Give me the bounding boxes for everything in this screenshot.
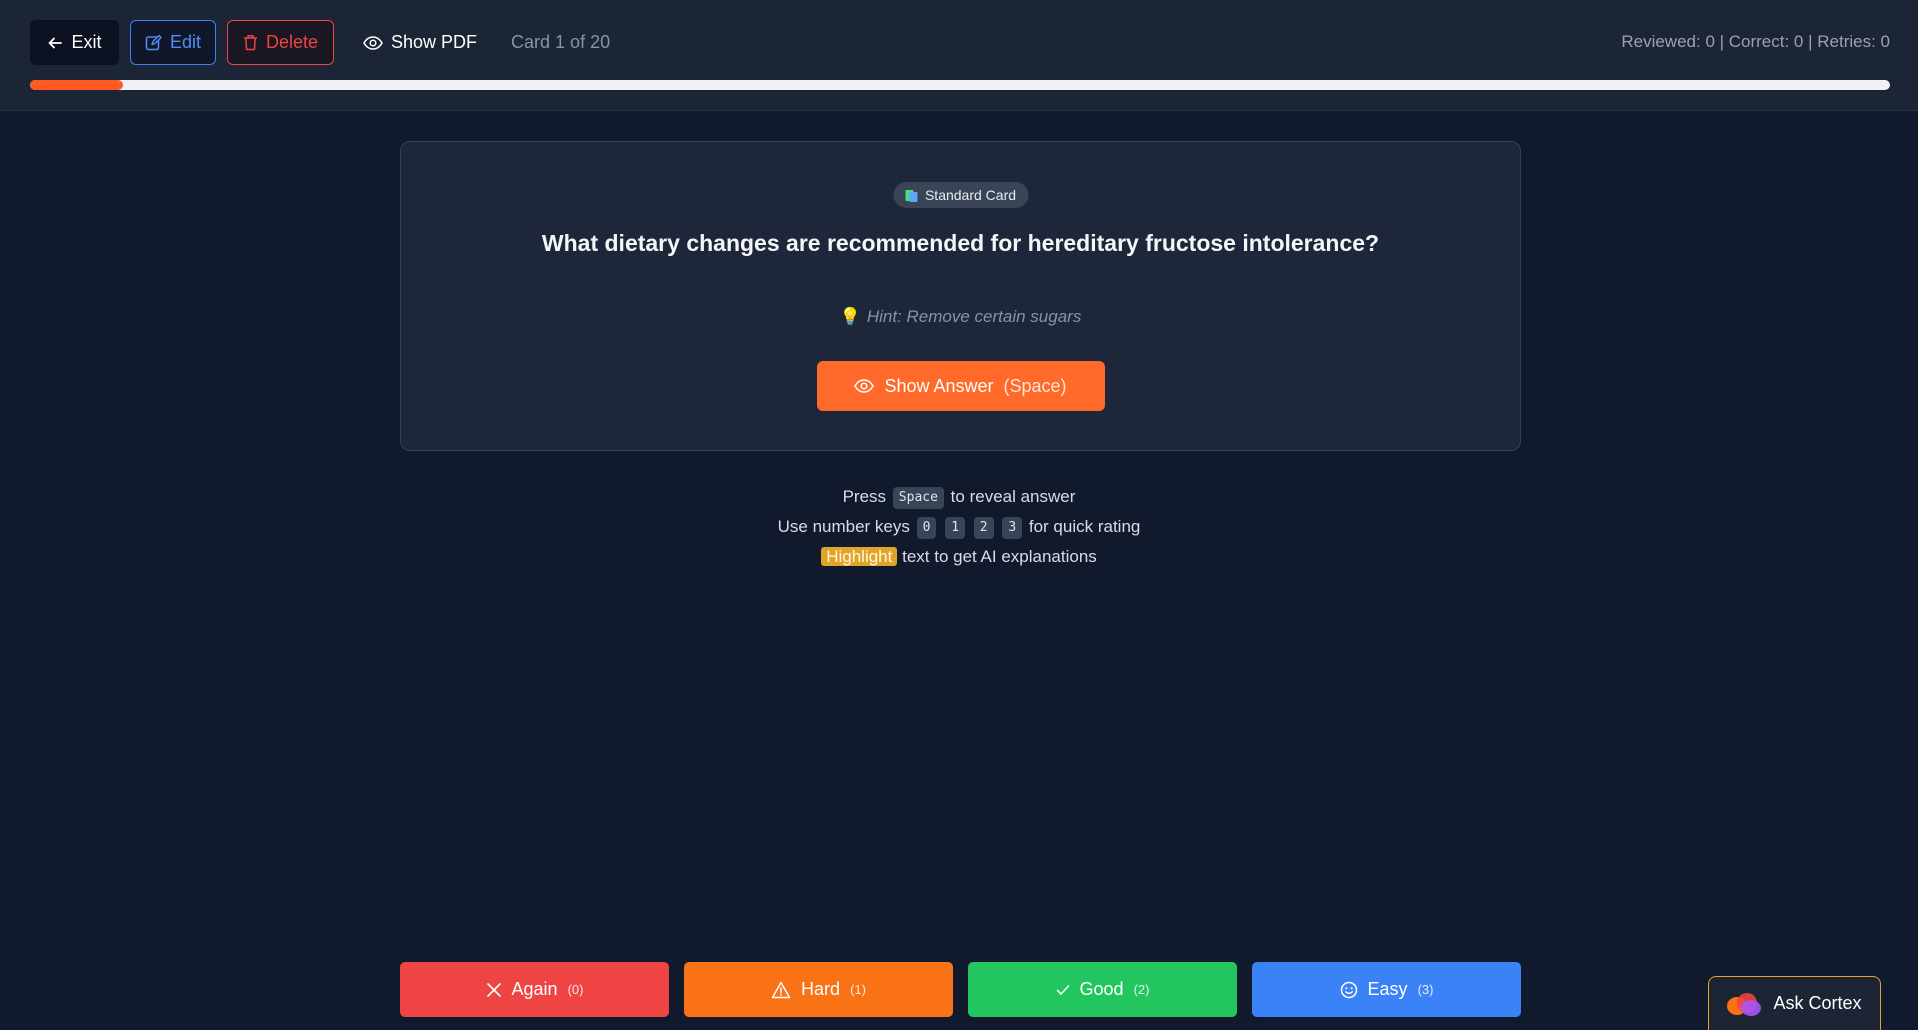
show-answer-shortcut: (Space) [1003, 375, 1067, 396]
exit-button[interactable]: Exit [30, 20, 119, 65]
easy-label: Easy [1367, 979, 1408, 999]
again-button[interactable]: Again (0) [400, 962, 669, 1017]
good-label: Good [1079, 979, 1124, 999]
easy-button[interactable]: Easy (3) [1252, 962, 1521, 1017]
smile-icon [1340, 981, 1357, 998]
key-3: 3 [1002, 516, 1023, 539]
card-question: What dietary changes are recommended for… [541, 230, 1380, 256]
eye-icon [854, 379, 875, 393]
hard-button[interactable]: Hard (1) [684, 962, 953, 1017]
key-2: 2 [973, 516, 994, 539]
edit-label: Edit [169, 32, 202, 52]
delete-label: Delete [265, 32, 319, 52]
show-answer-button[interactable]: Show Answer (Space) [816, 361, 1105, 411]
instruction-highlight: Highlight text to get AI explanations [0, 542, 1918, 572]
trash-icon [243, 35, 257, 51]
instruction-reveal: Press Space to reveal answer [0, 482, 1918, 512]
show-answer-label: Show Answer [884, 375, 994, 396]
key-1: 1 [945, 516, 966, 539]
ask-cortex-button[interactable]: Ask Cortex [1708, 976, 1881, 1030]
good-shortcut: (2) [1133, 982, 1150, 997]
review-stats: Reviewed: 0 | Correct: 0 | Retries: 0 [1621, 32, 1890, 51]
easy-shortcut: (3) [1417, 982, 1434, 997]
flashcard: Standard Card What dietary changes are r… [400, 141, 1521, 451]
show-pdf-label: Show PDF [391, 32, 478, 52]
space-key: Space [892, 486, 944, 509]
hard-shortcut: (1) [850, 982, 866, 997]
edit-icon [145, 34, 162, 51]
ask-cortex-label: Ask Cortex [1773, 993, 1862, 1013]
key-0: 0 [916, 516, 937, 539]
card-type-badge: Standard Card [892, 182, 1029, 208]
progress-bar [30, 80, 1890, 90]
cortex-logo-icon [1727, 991, 1762, 1017]
check-icon [1056, 984, 1069, 995]
edit-button[interactable]: Edit [130, 20, 216, 65]
instruction-text: Use number keys [777, 517, 910, 536]
instruction-text: Press [842, 487, 887, 506]
top-bar: Exit Edit Delete Show PDF Card 1 of 20 R… [0, 0, 1918, 111]
keyboard-instructions: Press Space to reveal answer Use number … [0, 482, 1918, 572]
progress-fill [30, 80, 123, 90]
toolbar: Exit Edit Delete Show PDF Card 1 of 20 [30, 20, 610, 65]
eye-icon [363, 35, 383, 50]
instruction-text: for quick rating [1028, 517, 1141, 536]
highlight-sample: Highlight [821, 547, 898, 566]
instruction-text: text to get AI explanations [902, 547, 1097, 566]
warning-icon [771, 981, 791, 998]
card-type-label: Standard Card [924, 187, 1017, 203]
again-shortcut: (0) [567, 982, 584, 997]
hard-label: Hard [801, 979, 841, 999]
lightbulb-icon: 💡 [839, 307, 861, 326]
again-label: Again [511, 979, 558, 999]
exit-label: Exit [71, 32, 102, 52]
arrow-left-icon [49, 37, 63, 48]
hint-text: Hint: Remove certain sugars [866, 307, 1082, 326]
good-button[interactable]: Good (2) [968, 962, 1237, 1017]
delete-button[interactable]: Delete [227, 20, 334, 65]
card-counter: Card 1 of 20 [511, 32, 611, 52]
instruction-text: to reveal answer [950, 487, 1076, 506]
cards-icon [904, 189, 918, 202]
card-hint: 💡 Hint: Remove certain sugars [401, 307, 1520, 327]
show-pdf-button[interactable]: Show PDF [359, 20, 481, 65]
rating-bar: Again (0) Hard (1) Good (2) Easy (3) [400, 962, 1521, 1017]
x-icon [486, 982, 501, 997]
instruction-rating: Use number keys 0 1 2 3 for quick rating [0, 512, 1918, 542]
